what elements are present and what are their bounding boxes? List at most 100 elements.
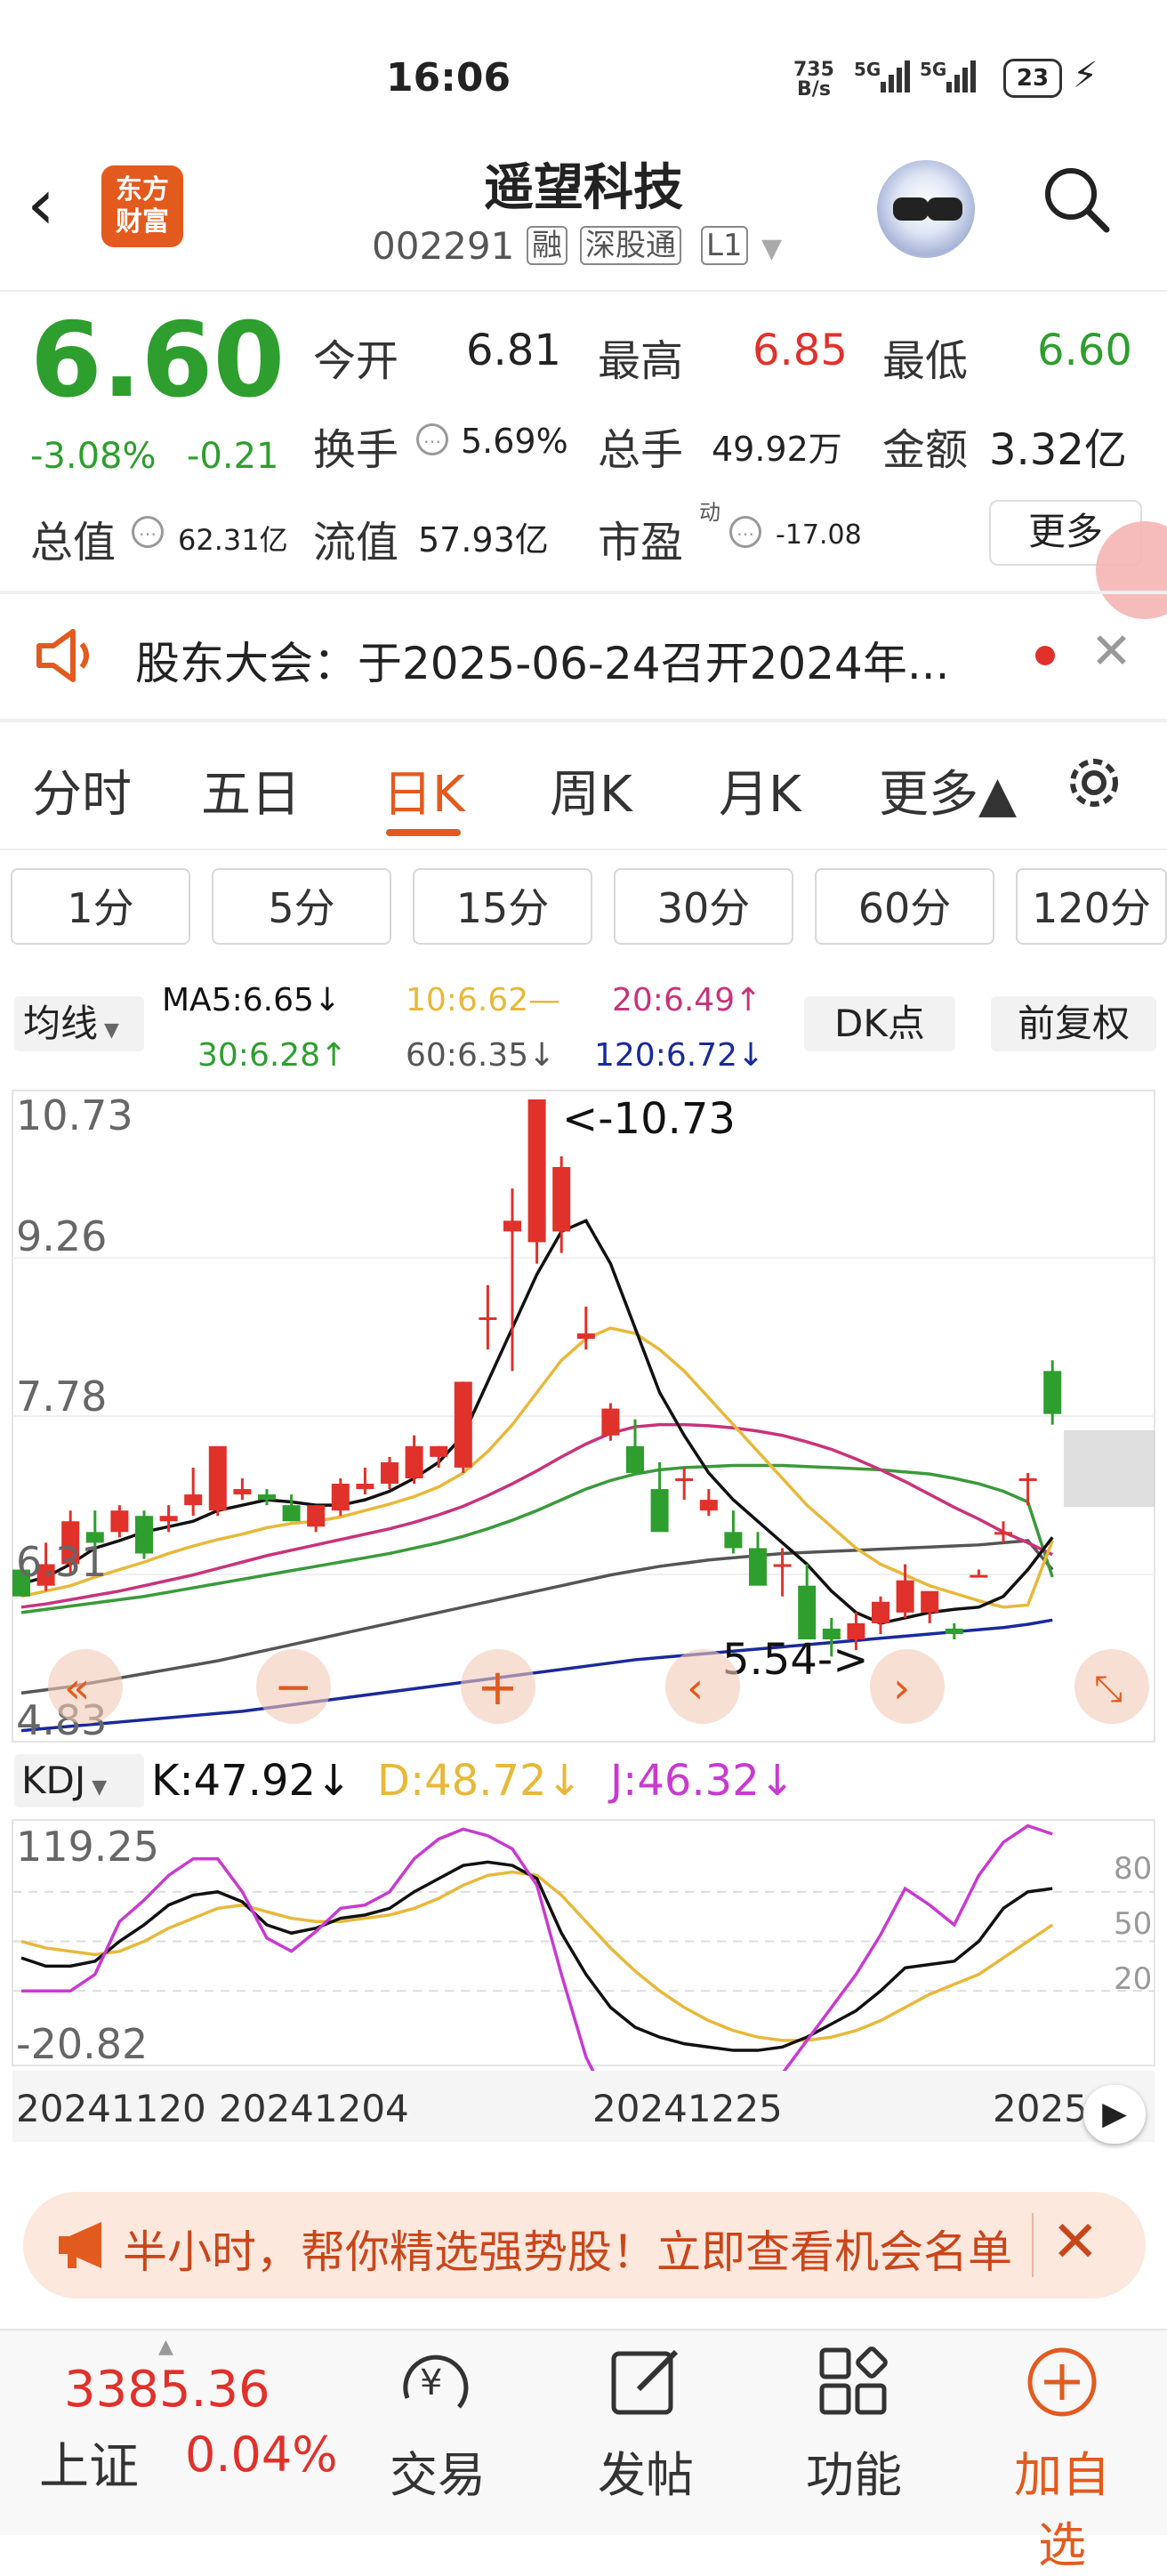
tab-more[interactable]: 更多▲ (879, 754, 1017, 826)
period-1min[interactable]: 1分 (11, 868, 190, 945)
chart-plus-icon[interactable]: + (461, 1649, 535, 1724)
nav-post[interactable]: 发帖 (575, 2435, 717, 2506)
candle-body (749, 1548, 767, 1586)
chart-left-icon[interactable]: ‹ (665, 1649, 740, 1724)
low-annotation: 5.54-> (722, 1635, 868, 1685)
kline-chart[interactable]: 10.73 9.26 7.78 6.31 4.83 <-10.73 5.54->… (0, 1089, 1167, 1743)
nav-trade[interactable]: 交易 (366, 2435, 509, 2506)
announcement-text[interactable]: 股东大会：于2025-06-24召开2024年... (135, 628, 950, 692)
candle-body (945, 1628, 963, 1634)
candle-body (258, 1494, 276, 1501)
tab-five-day[interactable]: 五日 (201, 754, 301, 826)
date-label-1: 20241120 (16, 2087, 206, 2130)
pe-dynamic-mark: 动 (699, 500, 720, 525)
current-price-marker (1064, 1430, 1155, 1507)
index-value[interactable]: 3385.36 (64, 2361, 270, 2419)
tab-daily-k[interactable]: 日K (382, 754, 465, 826)
nav-add-watchlist[interactable]: 加自选 (991, 2435, 1133, 2576)
search-icon[interactable] (1041, 164, 1112, 235)
candle-body (503, 1220, 521, 1232)
candle-body (724, 1532, 743, 1549)
status-time: 16:06 (386, 55, 511, 101)
network-speed: 735 B/s (793, 59, 834, 101)
gear-icon[interactable] (1060, 749, 1128, 817)
period-30min[interactable]: 30分 (614, 868, 793, 945)
candle-body (773, 1564, 792, 1567)
amount-label: 金额 (882, 425, 969, 475)
tab-intraday[interactable]: 分时 (32, 754, 132, 826)
svg-text:+: + (477, 1659, 519, 1717)
chart-right-icon[interactable]: › (870, 1649, 945, 1724)
candle-body (479, 1316, 497, 1320)
volume-label: 总手 (598, 425, 684, 475)
info-icon[interactable]: … (132, 516, 164, 548)
candle (601, 1403, 620, 1441)
tag-level: L1 (701, 226, 748, 265)
ma-selector[interactable]: 均线 ▼ (14, 996, 144, 1051)
close-icon[interactable]: ✕ (1051, 2210, 1099, 2275)
candle-body (896, 1580, 914, 1613)
speaker-icon (36, 629, 89, 682)
signal-label-1: 5G (854, 59, 881, 80)
candle (135, 1510, 153, 1559)
svg-text:−: − (274, 1661, 313, 1714)
ma60-value: 60:6.35↓ (406, 1037, 556, 1074)
candle-body (282, 1505, 301, 1522)
candle-body (159, 1516, 178, 1522)
period-120min[interactable]: 120分 (1016, 868, 1167, 945)
index-change[interactable]: 0.04% (185, 2427, 338, 2483)
chart-minus-icon[interactable]: − (256, 1649, 331, 1724)
candle (527, 1099, 546, 1264)
pe-value: -17.08 (776, 519, 862, 551)
post-icon[interactable] (608, 2345, 683, 2419)
ma120-value: 120:6.72↓ (594, 1037, 765, 1074)
ma5-value: MA5:6.65↓ (162, 982, 342, 1018)
chart-zoom-out-icon[interactable]: « (48, 1649, 123, 1724)
unread-dot (1035, 646, 1055, 665)
kdj-k-value: K:47.92↓ (151, 1756, 352, 1806)
battery-icon: 23 (1003, 59, 1062, 98)
tab-underline (386, 829, 461, 836)
divider (0, 719, 1167, 722)
volume-value: 49.92万 (712, 430, 842, 469)
period-5min[interactable]: 5分 (212, 868, 391, 945)
nav-function[interactable]: 功能 (783, 2435, 925, 2506)
adjust-selector[interactable]: 前复权 (991, 996, 1156, 1051)
chart-fullscreen-icon[interactable]: ⤡ (1074, 1649, 1149, 1724)
candle-body (527, 1099, 546, 1243)
candle-body (356, 1484, 374, 1490)
index-name[interactable]: 上证 (39, 2427, 139, 2499)
date-label-3: 20241225 (592, 2087, 783, 2130)
tab-monthly-k[interactable]: 月K (719, 754, 801, 826)
candle-body (110, 1510, 129, 1533)
svg-text:«: « (64, 1663, 90, 1713)
candle-body (184, 1494, 203, 1506)
next-page-icon[interactable]: ▶ (1083, 2085, 1146, 2144)
tab-weekly-k[interactable]: 周K (550, 754, 632, 826)
ma10-value: 10:6.62— (406, 982, 561, 1018)
mascot-avatar[interactable] (877, 160, 975, 258)
indicator-selector[interactable]: KDJ ▼ (14, 1754, 144, 1807)
period-60min[interactable]: 60分 (815, 868, 994, 945)
close-icon[interactable]: ✕ (1091, 623, 1132, 680)
info-icon[interactable]: … (729, 516, 761, 548)
kdj-chart[interactable]: 119.25 -20.82 80 50 20 (0, 1818, 1167, 2071)
candle-body (798, 1585, 817, 1640)
period-15min[interactable]: 15分 (413, 868, 592, 945)
turnover-value: 5.69% (461, 422, 568, 461)
chevron-down-icon[interactable]: ▼ (761, 233, 782, 264)
trade-icon[interactable]: ¥ (397, 2345, 477, 2421)
divider (0, 290, 1167, 292)
function-grid-icon[interactable] (817, 2345, 891, 2419)
candle-body (1043, 1371, 1062, 1414)
add-watchlist-icon[interactable] (1025, 2345, 1099, 2419)
info-icon[interactable]: … (416, 423, 448, 455)
promo-text[interactable]: 半小时，帮你精选强势股！立即查看机会名单 (123, 2217, 1012, 2281)
dk-point-selector[interactable]: DK点 (804, 996, 955, 1051)
divider (0, 591, 1167, 594)
candle-body (454, 1381, 472, 1468)
high-value: 6.85 (753, 326, 848, 375)
caret-up-icon: ▲ (158, 2336, 173, 2358)
signal-label-2: 5G (920, 59, 947, 80)
date-label-4: 2025 (993, 2087, 1088, 2130)
